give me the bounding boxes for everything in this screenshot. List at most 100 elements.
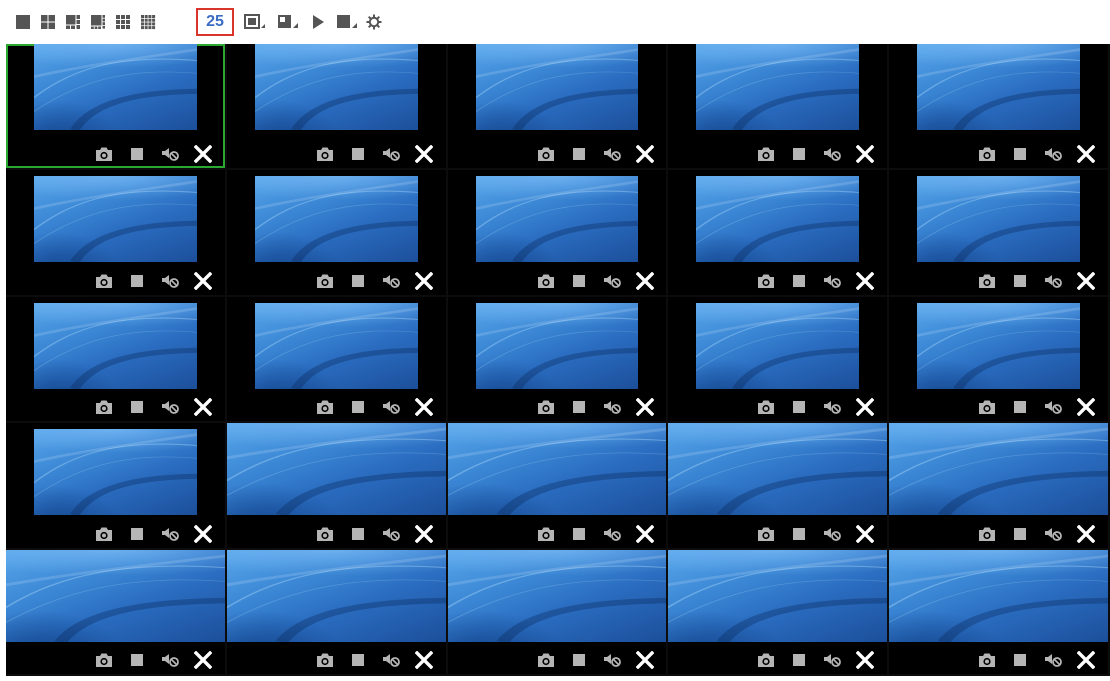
stop-icon[interactable] [347,144,369,164]
fullscreen-button[interactable] [243,11,267,33]
audio-icon[interactable] [159,271,181,291]
layout-6-button[interactable] [63,11,83,33]
window-mode-button[interactable] [276,11,300,33]
video-tile[interactable] [6,170,225,295]
audio-icon[interactable] [1042,397,1064,417]
close-icon[interactable] [192,524,214,544]
layout-8-button[interactable] [88,11,108,33]
close-icon[interactable] [413,650,435,670]
audio-icon[interactable] [159,144,181,164]
snapshot-icon[interactable] [535,397,557,417]
layout-4-button[interactable] [38,11,58,33]
layout-16-button[interactable] [138,11,158,33]
snapshot-icon[interactable] [976,524,998,544]
stop-icon[interactable] [1009,524,1031,544]
stop-icon[interactable] [568,397,590,417]
stop-icon[interactable] [1009,397,1031,417]
settings-button[interactable] [362,11,386,33]
audio-icon[interactable] [821,524,843,544]
audio-icon[interactable] [1042,524,1064,544]
layout-9-button[interactable] [113,11,133,33]
stop-icon[interactable] [126,397,148,417]
close-icon[interactable] [1075,397,1097,417]
snapshot-icon[interactable] [755,144,777,164]
audio-icon[interactable] [601,650,623,670]
audio-icon[interactable] [601,271,623,291]
audio-icon[interactable] [821,650,843,670]
video-tile[interactable] [889,44,1108,169]
video-tile[interactable] [447,170,667,295]
stop-icon[interactable] [788,650,810,670]
snapshot-icon[interactable] [93,271,115,291]
stop-icon[interactable] [1009,271,1031,291]
stop-icon[interactable] [788,397,810,417]
video-tile[interactable] [447,296,667,422]
video-tile[interactable] [447,549,667,674]
stop-icon[interactable] [347,397,369,417]
snapshot-icon[interactable] [93,524,115,544]
snapshot-icon[interactable] [976,144,998,164]
stop-icon[interactable] [126,524,148,544]
snapshot-icon[interactable] [535,144,557,164]
video-tile[interactable] [6,423,225,548]
snapshot-icon[interactable] [755,271,777,291]
stop-icon[interactable] [347,271,369,291]
close-icon[interactable] [1075,524,1097,544]
close-icon[interactable] [634,397,656,417]
stop-icon[interactable] [347,524,369,544]
audio-icon[interactable] [380,271,402,291]
video-tile[interactable] [668,549,888,674]
stop-icon[interactable] [568,650,590,670]
snapshot-icon[interactable] [93,650,115,670]
close-icon[interactable] [854,524,876,544]
snapshot-icon[interactable] [755,524,777,544]
video-tile[interactable] [889,549,1108,674]
video-tile[interactable] [889,423,1108,548]
stop-icon[interactable] [126,650,148,670]
video-tile[interactable] [668,423,888,548]
stop-icon[interactable] [788,144,810,164]
close-icon[interactable] [854,144,876,164]
audio-icon[interactable] [1042,144,1064,164]
stop-icon[interactable] [788,524,810,544]
window-count-button[interactable]: 25 [196,8,234,36]
close-icon[interactable] [634,144,656,164]
close-icon[interactable] [413,524,435,544]
close-icon[interactable] [413,271,435,291]
video-tile[interactable] [226,549,446,674]
video-tile[interactable] [668,296,888,422]
video-tile[interactable] [6,296,225,422]
close-icon[interactable] [192,397,214,417]
snapshot-icon[interactable] [976,271,998,291]
close-icon[interactable] [413,144,435,164]
audio-icon[interactable] [601,524,623,544]
layout-1-button[interactable] [13,11,33,33]
snapshot-icon[interactable] [535,524,557,544]
stop-all-button[interactable] [335,11,359,33]
audio-icon[interactable] [380,397,402,417]
snapshot-icon[interactable] [93,144,115,164]
close-icon[interactable] [1075,271,1097,291]
close-icon[interactable] [413,397,435,417]
video-tile[interactable] [6,549,225,674]
snapshot-icon[interactable] [314,650,336,670]
stop-icon[interactable] [126,271,148,291]
stop-icon[interactable] [347,650,369,670]
video-tile[interactable] [447,423,667,548]
audio-icon[interactable] [601,144,623,164]
audio-icon[interactable] [1042,271,1064,291]
audio-icon[interactable] [380,650,402,670]
close-icon[interactable] [854,650,876,670]
audio-icon[interactable] [1042,650,1064,670]
close-icon[interactable] [854,397,876,417]
video-tile[interactable] [668,44,888,169]
audio-icon[interactable] [601,397,623,417]
snapshot-icon[interactable] [314,271,336,291]
stop-icon[interactable] [1009,144,1031,164]
audio-icon[interactable] [821,397,843,417]
snapshot-icon[interactable] [314,144,336,164]
video-tile[interactable] [226,44,446,169]
snapshot-icon[interactable] [755,650,777,670]
audio-icon[interactable] [380,524,402,544]
stop-icon[interactable] [568,524,590,544]
